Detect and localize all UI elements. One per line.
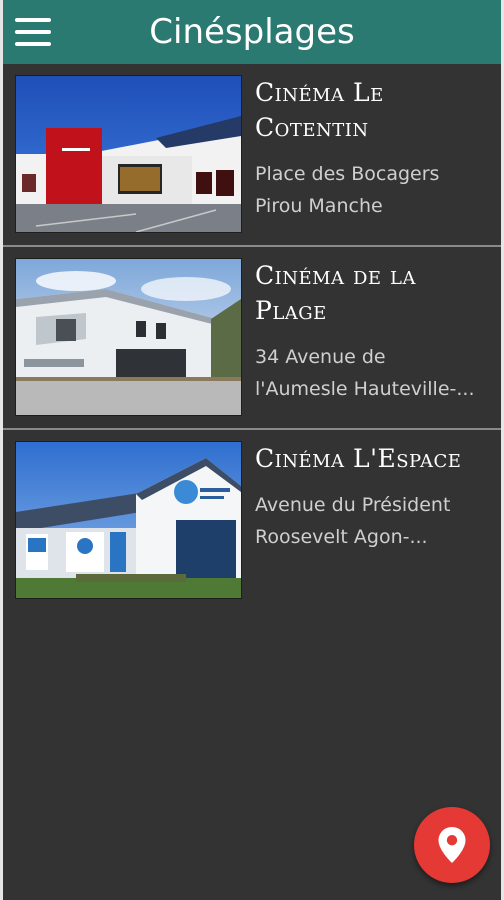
cinema-address-line: 34 Avenue de <box>255 346 386 368</box>
cinema-name-line: Cinéma de la <box>255 261 416 290</box>
app-bar: Cinésplages <box>3 0 501 64</box>
cinema-list-item[interactable]: Cinéma de la Plage 34 Avenue de l'Aumesl… <box>3 247 501 430</box>
cinema-address-line: l'Aumesle Hauteville-... <box>255 378 475 400</box>
cinema-list-item[interactable]: Cinéma Le Cotentin Place des Bocagers Pi… <box>3 64 501 247</box>
cinema-name: Cinéma L'Espace <box>255 441 495 476</box>
cinema-address: Avenue du Président Roosevelt Agon-... <box>255 489 495 553</box>
map-button[interactable] <box>414 807 490 883</box>
cinema-address-line: Avenue du Président <box>255 494 451 516</box>
cinema-list: Cinéma Le Cotentin Place des Bocagers Pi… <box>3 64 501 613</box>
cinema-photo <box>15 258 242 416</box>
app-title: Cinésplages <box>149 12 355 52</box>
map-pin-icon <box>438 827 466 863</box>
app-screen: Cinésplages Cinéma Le Cotentin Place des… <box>0 0 504 900</box>
cinema-address-line: Place des Bocagers <box>255 163 440 185</box>
cinema-photo <box>15 441 242 599</box>
cinema-photo <box>15 75 242 233</box>
cinema-name-line: Plage <box>255 296 327 325</box>
cinema-address: 34 Avenue de l'Aumesle Hauteville-... <box>255 341 495 405</box>
cinema-name: Cinéma Le Cotentin <box>255 75 495 145</box>
cinema-address-line: Pirou Manche <box>255 195 383 217</box>
cinema-address-line: Roosevelt Agon-... <box>255 526 428 548</box>
cinema-name: Cinéma de la Plage <box>255 258 495 328</box>
cinema-list-item[interactable]: Cinéma L'Espace Avenue du Président Roos… <box>3 430 501 613</box>
cinema-name-line: Cotentin <box>255 113 369 142</box>
cinema-name-line: Cinéma Le <box>255 78 384 107</box>
cinema-name-line: Cinéma L'Espace <box>255 444 462 473</box>
cinema-address: Place des Bocagers Pirou Manche <box>255 158 495 222</box>
